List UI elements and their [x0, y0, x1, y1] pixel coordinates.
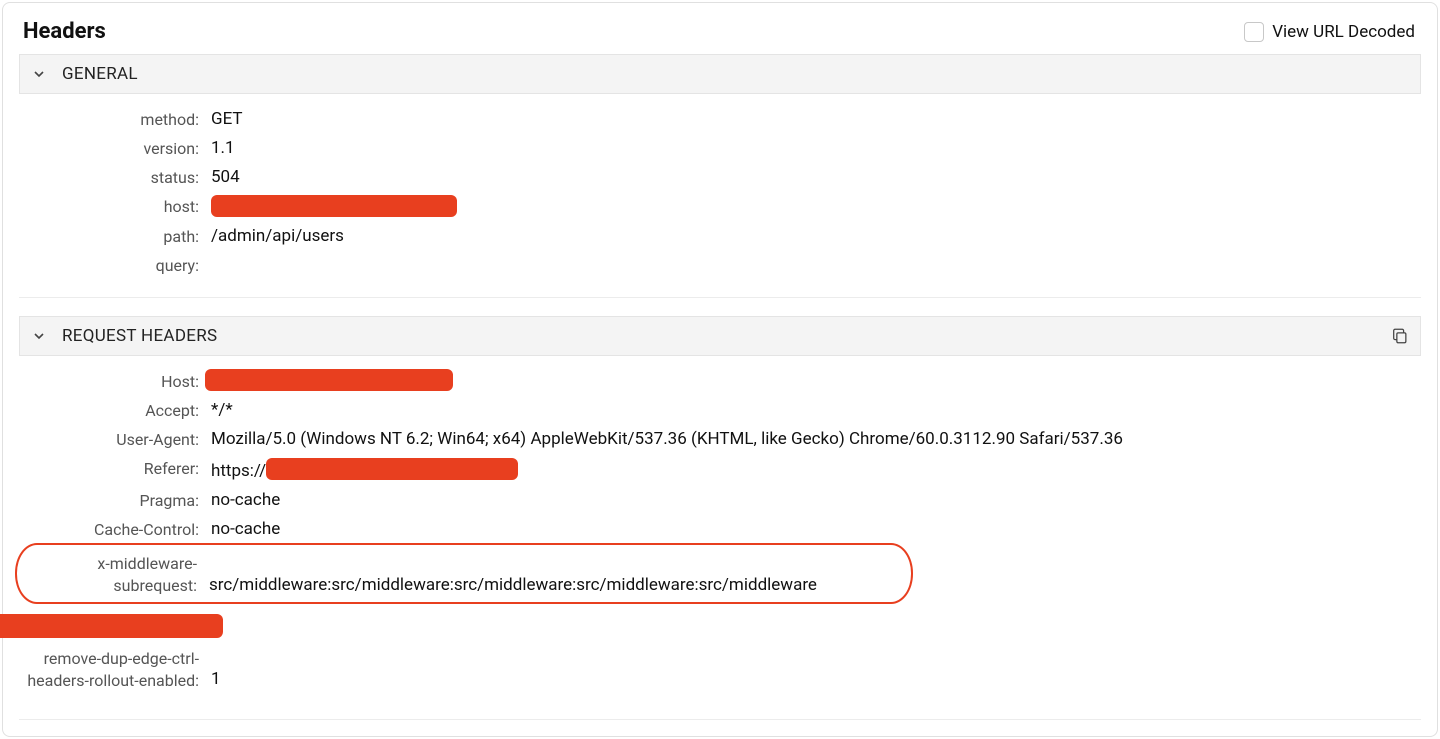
section-header-general[interactable]: GENERAL — [19, 54, 1421, 94]
key-method: method: — [19, 108, 205, 129]
row-x-middleware-subrequest: x-middleware-subrequest: src/middleware:… — [17, 551, 901, 596]
row-user-agent: User-Agent: Mozilla/5.0 (Windows NT 6.2;… — [19, 424, 1421, 453]
key-version: version: — [19, 137, 205, 158]
redacted-block — [211, 195, 457, 217]
val-host — [205, 195, 1421, 217]
val-referer: https:// — [205, 457, 1421, 481]
key-remove-dup: remove-dup-edge-ctrl-headers-rollout-ena… — [19, 646, 205, 691]
key-accept: Accept: — [19, 399, 205, 420]
row-cache-control: Cache-Control: no-cache — [19, 514, 1421, 543]
panel-title: Headers — [23, 19, 106, 44]
val-remove-dup: 1 — [205, 668, 1421, 691]
val-x-middleware-subrequest: src/middleware:src/middleware:src/middle… — [203, 574, 901, 596]
key-status: status: — [19, 166, 205, 187]
row-version: version: 1.1 — [19, 133, 1421, 162]
key-req-host: Host: — [19, 370, 205, 391]
highlighted-row: x-middleware-subrequest: src/middleware:… — [15, 543, 913, 604]
val-redacted-unknown — [205, 612, 1421, 613]
row-redacted-unknown — [19, 608, 1421, 642]
row-referer: Referer: https:// — [19, 453, 1421, 485]
key-path: path: — [19, 225, 205, 246]
panel-header: Headers View URL Decoded — [19, 11, 1421, 54]
val-path: /admin/api/users — [205, 225, 1421, 246]
general-rows: method: GET version: 1.1 status: 504 hos… — [19, 94, 1421, 298]
val-query — [205, 254, 1421, 255]
referer-prefix: https:// — [211, 461, 266, 481]
row-remove-dup: remove-dup-edge-ctrl-headers-rollout-ena… — [19, 642, 1421, 695]
key-user-agent: User-Agent: — [19, 428, 205, 449]
val-version: 1.1 — [205, 137, 1421, 158]
key-host: host: — [19, 195, 205, 216]
val-status: 504 — [205, 166, 1421, 187]
row-query: query: — [19, 250, 1421, 279]
key-redacted-unknown — [19, 612, 205, 638]
redacted-block — [0, 614, 223, 638]
row-accept: Accept: */* — [19, 395, 1421, 424]
chevron-down-icon — [32, 329, 46, 343]
section-header-request-headers[interactable]: REQUEST HEADERS — [19, 316, 1421, 356]
key-query: query: — [19, 254, 205, 275]
val-method: GET — [205, 108, 1421, 129]
val-req-host — [205, 370, 1421, 392]
section-title-general: GENERAL — [62, 64, 138, 84]
panel-footer-divider — [19, 719, 1421, 720]
key-cache-control: Cache-Control: — [19, 518, 205, 539]
row-path: path: /admin/api/users — [19, 221, 1421, 250]
section-title-request-headers: REQUEST HEADERS — [62, 326, 217, 346]
row-status: status: 504 — [19, 162, 1421, 191]
copy-icon[interactable] — [1390, 326, 1410, 346]
key-pragma: Pragma: — [19, 489, 205, 510]
row-pragma: Pragma: no-cache — [19, 485, 1421, 514]
view-url-decoded-toggle[interactable]: View URL Decoded — [1244, 22, 1421, 42]
key-x-middleware-subrequest: x-middleware-subrequest: — [17, 551, 203, 596]
headers-panel: Headers View URL Decoded GENERAL method:… — [2, 2, 1438, 737]
request-headers-rows: Host: Accept: */* User-Agent: Mozilla/5.… — [19, 356, 1421, 714]
view-url-decoded-label: View URL Decoded — [1272, 22, 1415, 42]
val-cache-control: no-cache — [205, 518, 1421, 539]
redacted-block — [266, 458, 518, 480]
key-referer: Referer: — [19, 457, 205, 478]
chevron-down-icon — [32, 67, 46, 81]
checkbox-icon[interactable] — [1244, 22, 1264, 42]
row-req-host: Host: — [19, 366, 1421, 396]
val-pragma: no-cache — [205, 489, 1421, 510]
val-accept: */* — [205, 399, 1421, 420]
val-user-agent: Mozilla/5.0 (Windows NT 6.2; Win64; x64)… — [205, 428, 1421, 449]
row-host: host: — [19, 191, 1421, 221]
redacted-block — [205, 369, 453, 391]
row-method: method: GET — [19, 104, 1421, 133]
